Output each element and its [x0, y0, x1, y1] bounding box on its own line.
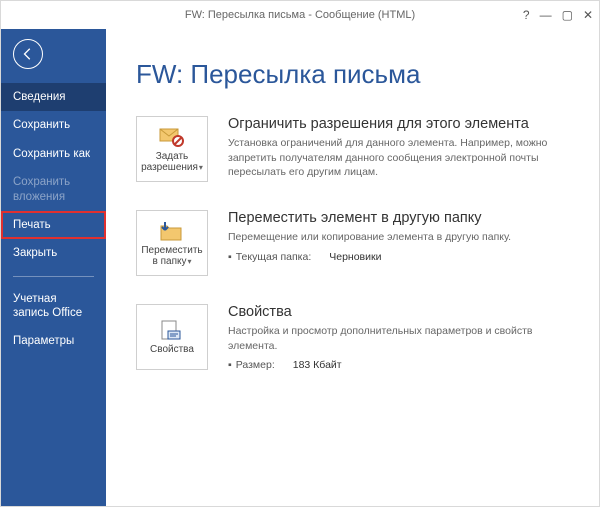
section-description: Перемещение или копирование элемента в д…	[228, 230, 573, 245]
minimize-button[interactable]: —	[540, 9, 552, 21]
page-title: FW: Пересылка письма	[136, 59, 573, 90]
maximize-button[interactable]: ▢	[562, 9, 573, 21]
current-folder-value: Черновики	[329, 251, 381, 263]
sidebar-separator	[13, 276, 94, 277]
title-bar: FW: Пересылка письма - Сообщение (HTML) …	[1, 1, 599, 29]
section-description: Настройка и просмотр дополнительных пара…	[228, 324, 573, 353]
window-controls: ? — ▢ ✕	[523, 1, 593, 29]
section-title: Свойства	[228, 304, 573, 320]
sidebar-item-save-as[interactable]: Сохранить как	[1, 140, 106, 168]
tile-label: Задать разрешения▾	[137, 151, 207, 173]
section-title: Ограничить разрешения для этого элемента	[228, 116, 573, 132]
main-panel: FW: Пересылка письма Задать разрешения▾ …	[106, 29, 599, 506]
sidebar-item-options[interactable]: Параметры	[1, 327, 106, 355]
sidebar-item-label: Параметры	[13, 335, 74, 347]
sidebar-item-save-attachments: Сохранить вложения	[1, 168, 106, 211]
size-value: 183 Кбайт	[293, 359, 342, 371]
section-title: Переместить элемент в другую папку	[228, 210, 573, 226]
sidebar-item-label: Закрыть	[13, 247, 57, 259]
window-title: FW: Пересылка письма - Сообщение (HTML)	[185, 9, 415, 21]
properties-button[interactable]: Свойства	[136, 304, 208, 370]
set-permissions-button[interactable]: Задать разрешения▾	[136, 116, 208, 182]
backstage-sidebar: Сведения Сохранить Сохранить как Сохрани…	[1, 29, 106, 506]
section-properties: Свойства Свойства Настройка и просмотр д…	[136, 304, 573, 371]
size-row: ▪Размер: 183 Кбайт	[228, 359, 573, 371]
arrow-left-icon	[21, 47, 35, 61]
sidebar-item-save[interactable]: Сохранить	[1, 111, 106, 139]
section-description: Установка ограничений для данного элемен…	[228, 136, 573, 180]
sidebar-item-label: Учетная запись Office	[13, 293, 82, 319]
properties-icon	[159, 319, 185, 341]
sidebar-item-label: Печать	[13, 219, 51, 231]
sidebar-item-account[interactable]: Учетная запись Office	[1, 285, 106, 328]
sidebar-item-close[interactable]: Закрыть	[1, 239, 106, 267]
folder-move-icon	[159, 220, 185, 242]
help-button[interactable]: ?	[523, 9, 530, 21]
back-button[interactable]	[13, 39, 43, 69]
envelope-restrict-icon	[159, 126, 185, 148]
sidebar-item-label: Сведения	[13, 91, 66, 103]
sidebar-item-label: Сохранить как	[13, 148, 90, 160]
sidebar-item-print[interactable]: Печать	[1, 211, 106, 239]
move-to-folder-button[interactable]: Переместить в папку▾	[136, 210, 208, 276]
section-permissions: Задать разрешения▾ Ограничить разрешения…	[136, 116, 573, 182]
current-folder-row: ▪Текущая папка: Черновики	[228, 251, 573, 263]
tile-label: Свойства	[148, 344, 196, 355]
close-button[interactable]: ✕	[583, 9, 593, 21]
sidebar-item-info[interactable]: Сведения	[1, 83, 106, 111]
section-move: Переместить в папку▾ Переместить элемент…	[136, 210, 573, 276]
tile-label: Переместить в папку▾	[137, 245, 207, 267]
sidebar-item-label: Сохранить вложения	[13, 176, 70, 202]
sidebar-item-label: Сохранить	[13, 119, 70, 131]
